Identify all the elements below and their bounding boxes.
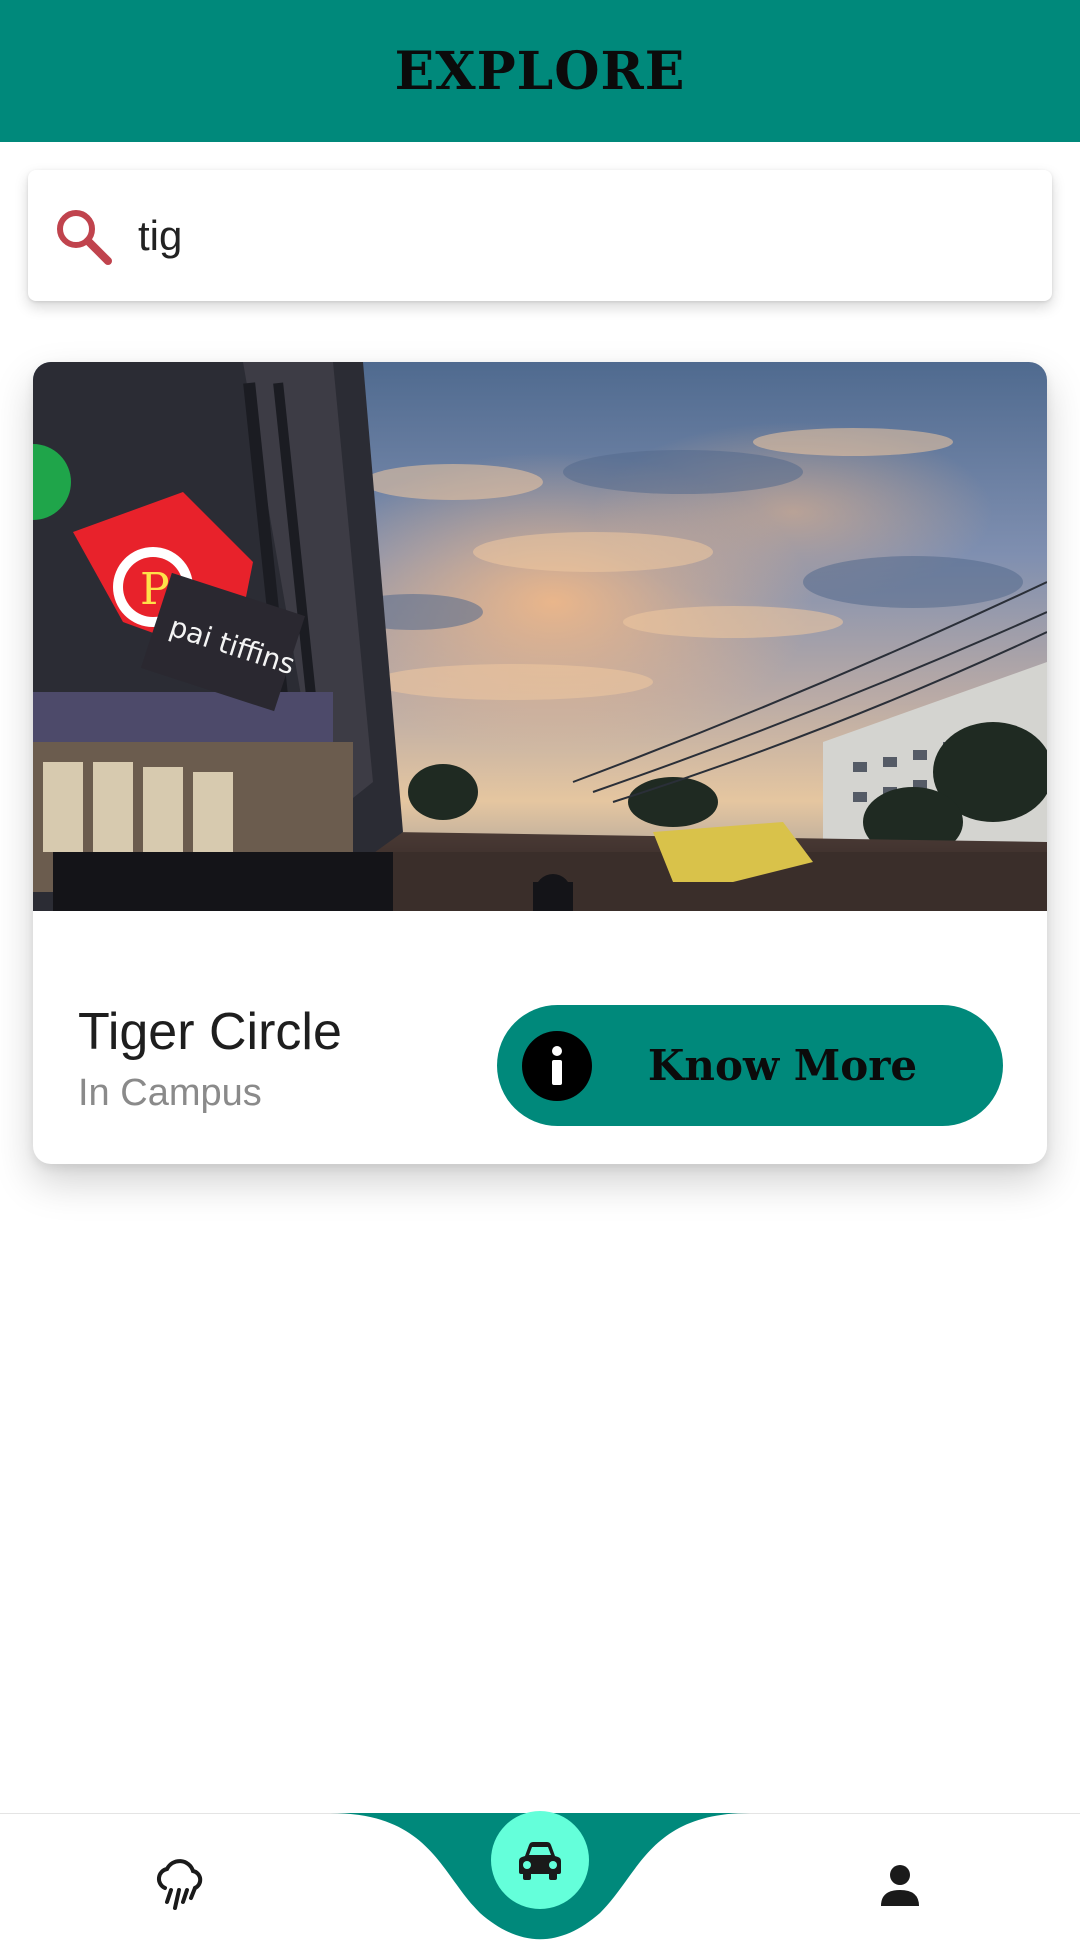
- nav-profile-button[interactable]: [872, 1857, 928, 1913]
- place-name: Tiger Circle: [78, 1003, 342, 1061]
- nav-explore-button[interactable]: [491, 1811, 589, 1909]
- result-card[interactable]: P pai tiffins Tiger Circle In Campus Kno…: [33, 362, 1047, 1164]
- weather-rain-icon: [156, 1859, 203, 1910]
- person-icon: [881, 1865, 919, 1906]
- search-input[interactable]: [138, 195, 1018, 276]
- know-more-button[interactable]: Know More: [497, 1005, 1003, 1126]
- explore-screen: EXPLORE tig P pai tiffins Tiger Circle I…: [0, 0, 1080, 1943]
- search-icon[interactable]: [50, 203, 116, 269]
- know-more-label: Know More: [647, 1041, 918, 1090]
- nav-weather-button[interactable]: [150, 1855, 210, 1915]
- search-bar[interactable]: [28, 170, 1052, 301]
- place-category: In Campus: [78, 1072, 262, 1114]
- car-icon: [519, 1842, 561, 1880]
- place-photo: P pai tiffins: [33, 362, 1047, 911]
- info-icon: [522, 1030, 592, 1101]
- app-bar: EXPLORE: [0, 0, 1080, 142]
- page-title: EXPLORE: [394, 40, 686, 102]
